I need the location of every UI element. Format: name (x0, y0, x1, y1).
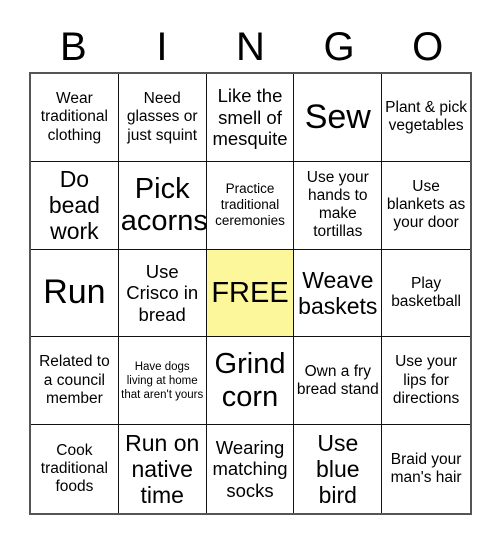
bingo-cell-r4-c5[interactable]: Use your lips for directions (382, 337, 470, 426)
bingo-cell-r3-c5[interactable]: Play basketball (382, 249, 470, 338)
bingo-cell-label: Pick acorns (120, 172, 207, 238)
bingo-cell-r3-c1[interactable]: Run (31, 249, 119, 338)
bingo-cell-label: Have dogs living at home that aren't you… (121, 360, 204, 401)
bingo-cell-r5-c3[interactable]: Wearing matching socks (206, 425, 295, 513)
bingo-cell-label: Braid your man's hair (390, 450, 462, 487)
bingo-grid: Wear traditional clothing Need glasses or… (29, 72, 472, 515)
bingo-cell-r1-c2[interactable]: Need glasses or just squint (118, 74, 207, 162)
bingo-free-space[interactable]: FREE (206, 249, 295, 338)
bingo-cell-label: Cook traditional foods (40, 441, 108, 496)
bingo-cell-label: Need glasses or just squint (126, 89, 198, 144)
bingo-cell-label: Sew (304, 97, 371, 136)
bingo-cell-r2-c1[interactable]: Do bead work (31, 161, 119, 250)
bingo-cell-label: Use blankets as your door (386, 177, 466, 232)
bingo-header-letter-b: B (59, 25, 87, 69)
bingo-cell-r4-c4[interactable]: Own a fry bread stand (294, 337, 383, 426)
bingo-cell-label: Use your hands to make tortillas (306, 168, 369, 241)
bingo-cell-label: Use blue bird (316, 429, 360, 509)
bingo-header-letter-g: G (323, 25, 355, 69)
bingo-header-row: B I N G O (29, 22, 472, 72)
bingo-cell-label: Play basketball (391, 274, 461, 310)
bingo-cell-r3-c2[interactable]: Use Crisco in bread (118, 249, 207, 338)
bingo-cell-label: Plant & pick vegetables (385, 99, 468, 135)
bingo-cell-r1-c5[interactable]: Plant & pick vegetables (382, 74, 470, 162)
bingo-cell-label: Wear traditional clothing (40, 89, 108, 144)
bingo-cell-r3-c4[interactable]: Weave baskets (294, 249, 383, 338)
bingo-cell-r4-c2[interactable]: Have dogs living at home that aren't you… (118, 337, 207, 426)
bingo-cell-r2-c3[interactable]: Practice traditional ceremonies (206, 161, 295, 250)
bingo-cell-label: Grind corn (214, 348, 286, 413)
bingo-cell-r1-c4[interactable]: Sew (294, 74, 383, 162)
bingo-cell-label: Run on native time (125, 429, 200, 509)
bingo-cell-r4-c1[interactable]: Related to a council member (31, 337, 119, 426)
bingo-cell-label: FREE (211, 276, 289, 309)
bingo-cell-label: Practice traditional ceremonies (215, 180, 285, 229)
bingo-cell-label: Related to a council member (39, 353, 110, 407)
bingo-cell-label: Use Crisco in bread (126, 260, 199, 325)
bingo-cell-label: Own a fry bread stand (296, 362, 379, 398)
bingo-cell-r5-c4[interactable]: Use blue bird (294, 425, 383, 513)
bingo-cell-label: Wearing matching socks (212, 436, 288, 501)
bingo-cell-r4-c3[interactable]: Grind corn (206, 337, 295, 426)
bingo-cell-label: Like the smell of mesquite (212, 85, 288, 150)
bingo-cell-r2-c4[interactable]: Use your hands to make tortillas (294, 161, 383, 250)
bingo-cell-label: Weave baskets (298, 266, 378, 319)
bingo-cell-r1-c3[interactable]: Like the smell of mesquite (206, 74, 295, 162)
bingo-cell-r5-c2[interactable]: Run on native time (118, 425, 207, 513)
bingo-cell-label: Run (43, 273, 106, 312)
bingo-card: B I N G O Wear traditional clothing Need … (0, 0, 500, 544)
bingo-cell-r2-c2[interactable]: Pick acorns (118, 161, 207, 250)
bingo-cell-label: Do bead work (48, 165, 100, 245)
bingo-cell-r1-c1[interactable]: Wear traditional clothing (31, 74, 119, 162)
bingo-cell-r5-c1[interactable]: Cook traditional foods (31, 425, 119, 513)
bingo-cell-r2-c5[interactable]: Use blankets as your door (382, 161, 470, 250)
bingo-header-letter-o: O (412, 25, 444, 69)
bingo-cell-r5-c5[interactable]: Braid your man's hair (382, 425, 470, 513)
bingo-header-letter-n: N (236, 25, 265, 69)
bingo-cell-label: Use your lips for directions (392, 353, 460, 407)
bingo-header-letter-i: I (156, 25, 168, 69)
